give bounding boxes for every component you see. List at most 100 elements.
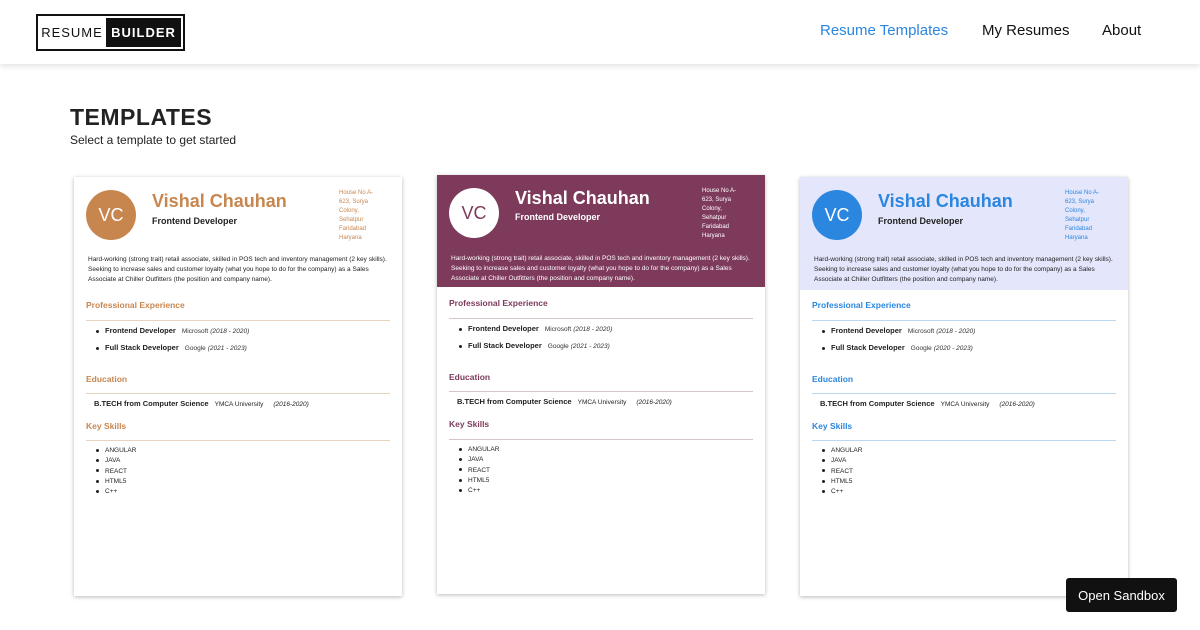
skills-list: ANGULAR JAVA REACT HTML5 C++ xyxy=(96,446,136,497)
section-title-skills: Key Skills xyxy=(86,421,127,431)
address-line: House No A- xyxy=(702,188,737,194)
experience-title: Full Stack Developer xyxy=(105,343,179,352)
bullet-icon xyxy=(459,327,462,331)
open-sandbox-button[interactable]: Open Sandbox xyxy=(1066,578,1177,612)
skill-item: REACT xyxy=(459,466,499,476)
address-line: 623, Surya xyxy=(702,197,732,203)
address-line: Haryana xyxy=(339,235,362,241)
skill-item: C++ xyxy=(822,487,862,497)
resume-summary: Hard-working (strong trait) retail assoc… xyxy=(88,256,387,283)
education-degree: B.TECH from Computer Science xyxy=(457,397,572,406)
resume-role: Frontend Developer xyxy=(878,216,964,226)
resume-role: Frontend Developer xyxy=(152,216,238,226)
experience-company: Google xyxy=(547,343,569,350)
resume-address: House No A- 623, Surya Colony, Sehatpur … xyxy=(339,189,389,243)
section-title-education: Education xyxy=(86,374,128,384)
resume-summary: Hard-working (strong trait) retail assoc… xyxy=(814,256,1113,283)
experience-item: Full Stack Developer Google (2020 - 2023) xyxy=(822,343,973,352)
resume-summary: Hard-working (strong trait) retail assoc… xyxy=(451,255,750,282)
education-dates: (2016-2020) xyxy=(273,401,309,408)
education-degree: B.TECH from Computer Science xyxy=(820,399,935,408)
section-title-experience: Professional Experience xyxy=(449,298,548,308)
avatar: VC xyxy=(449,188,499,238)
experience-item: Frontend Developer Microsoft (2018 - 2020) xyxy=(96,326,249,335)
experience-dates: (2018 - 2020) xyxy=(573,326,613,333)
avatar: VC xyxy=(86,190,136,240)
section-title-skills: Key Skills xyxy=(449,419,490,429)
nav-resume-templates[interactable]: Resume Templates xyxy=(820,22,948,39)
skill-item: C++ xyxy=(459,486,499,496)
education-degree: B.TECH from Computer Science xyxy=(94,399,209,408)
skill-item: C++ xyxy=(96,487,136,497)
experience-title: Frontend Developer xyxy=(831,326,902,335)
bullet-icon xyxy=(822,329,825,333)
section-divider xyxy=(812,320,1116,321)
skill-item: REACT xyxy=(822,467,862,477)
template-card-3[interactable]: VC Vishal Chauhan Frontend Developer Hou… xyxy=(800,177,1128,596)
resume-header: VC Vishal Chauhan Frontend Developer Hou… xyxy=(437,175,765,287)
education-school: YMCA University xyxy=(940,401,990,408)
resume-builder-logo[interactable]: RESUME BUILDER xyxy=(36,14,185,51)
address-line: House No A- xyxy=(339,190,374,196)
experience-item: Frontend Developer Microsoft (2018 - 2020) xyxy=(822,326,975,335)
experience-item: Frontend Developer Microsoft (2018 - 2020) xyxy=(459,324,612,333)
experience-item: Full Stack Developer Google (2021 - 2023) xyxy=(96,343,247,352)
experience-dates: (2021 - 2023) xyxy=(570,343,610,350)
education-school: YMCA University xyxy=(577,399,627,406)
experience-company: Microsoft xyxy=(544,326,572,333)
skill-item: HTML5 xyxy=(822,477,862,487)
address-line: Faridabad xyxy=(702,224,730,230)
section-title-education: Education xyxy=(812,374,854,384)
top-navbar: RESUME BUILDER Resume Templates My Resum… xyxy=(0,0,1200,64)
address-line: Haryana xyxy=(1065,235,1088,241)
address-line: Haryana xyxy=(702,233,725,239)
experience-company: Google xyxy=(184,345,206,352)
education-school: YMCA University xyxy=(214,401,264,408)
experience-company: Microsoft xyxy=(907,328,935,335)
avatar: VC xyxy=(812,190,862,240)
address-line: Faridabad xyxy=(339,226,367,232)
section-divider xyxy=(86,393,390,394)
experience-title: Full Stack Developer xyxy=(468,341,542,350)
resume-header: VC Vishal Chauhan Frontend Developer Hou… xyxy=(800,177,1128,290)
page-subtitle: Select a template to get started xyxy=(70,133,237,147)
resume-name: Vishal Chauhan xyxy=(878,191,1013,211)
experience-title: Full Stack Developer xyxy=(831,343,905,352)
bullet-icon xyxy=(459,344,462,348)
skill-item: HTML5 xyxy=(96,477,136,487)
address-line: Sehatpur xyxy=(339,217,364,223)
skill-item: HTML5 xyxy=(459,476,499,486)
skill-item: REACT xyxy=(96,467,136,477)
experience-dates: (2020 - 2023) xyxy=(933,345,973,352)
education-item: B.TECH from Computer Science YMCA Univers… xyxy=(457,397,672,406)
resume-name: Vishal Chauhan xyxy=(515,188,650,208)
skill-item: ANGULAR xyxy=(96,446,136,456)
nav-about[interactable]: About xyxy=(1102,22,1141,39)
section-title-experience: Professional Experience xyxy=(86,300,185,310)
address-line: House No A- xyxy=(1065,190,1100,196)
skill-item: JAVA xyxy=(459,455,499,465)
logo-text-builder: BUILDER xyxy=(106,18,181,47)
resume-address: House No A- 623, Surya Colony, Sehatpur … xyxy=(1065,189,1115,243)
section-title-skills: Key Skills xyxy=(812,421,853,431)
education-dates: (2016-2020) xyxy=(999,401,1035,408)
address-line: Colony, xyxy=(339,208,359,214)
template-card-2[interactable]: VC Vishal Chauhan Frontend Developer Hou… xyxy=(437,175,765,594)
address-line: Colony, xyxy=(702,206,722,212)
address-line: Faridabad xyxy=(1065,226,1093,232)
experience-dates: (2018 - 2020) xyxy=(936,328,976,335)
section-divider xyxy=(449,318,753,319)
logo-text-resume: RESUME xyxy=(41,25,103,40)
template-card-1[interactable]: VC Vishal Chauhan Frontend Developer Hou… xyxy=(74,177,402,596)
education-item: B.TECH from Computer Science YMCA Univers… xyxy=(820,399,1035,408)
address-line: Sehatpur xyxy=(1065,217,1090,223)
nav-my-resumes[interactable]: My Resumes xyxy=(982,22,1070,39)
experience-title: Frontend Developer xyxy=(105,326,176,335)
section-divider xyxy=(449,391,753,392)
experience-title: Frontend Developer xyxy=(468,324,539,333)
resume-name: Vishal Chauhan xyxy=(152,191,287,211)
section-divider xyxy=(449,439,753,440)
experience-company: Google xyxy=(910,345,932,352)
address-line: 623, Surya xyxy=(1065,199,1095,205)
experience-dates: (2018 - 2020) xyxy=(210,328,250,335)
